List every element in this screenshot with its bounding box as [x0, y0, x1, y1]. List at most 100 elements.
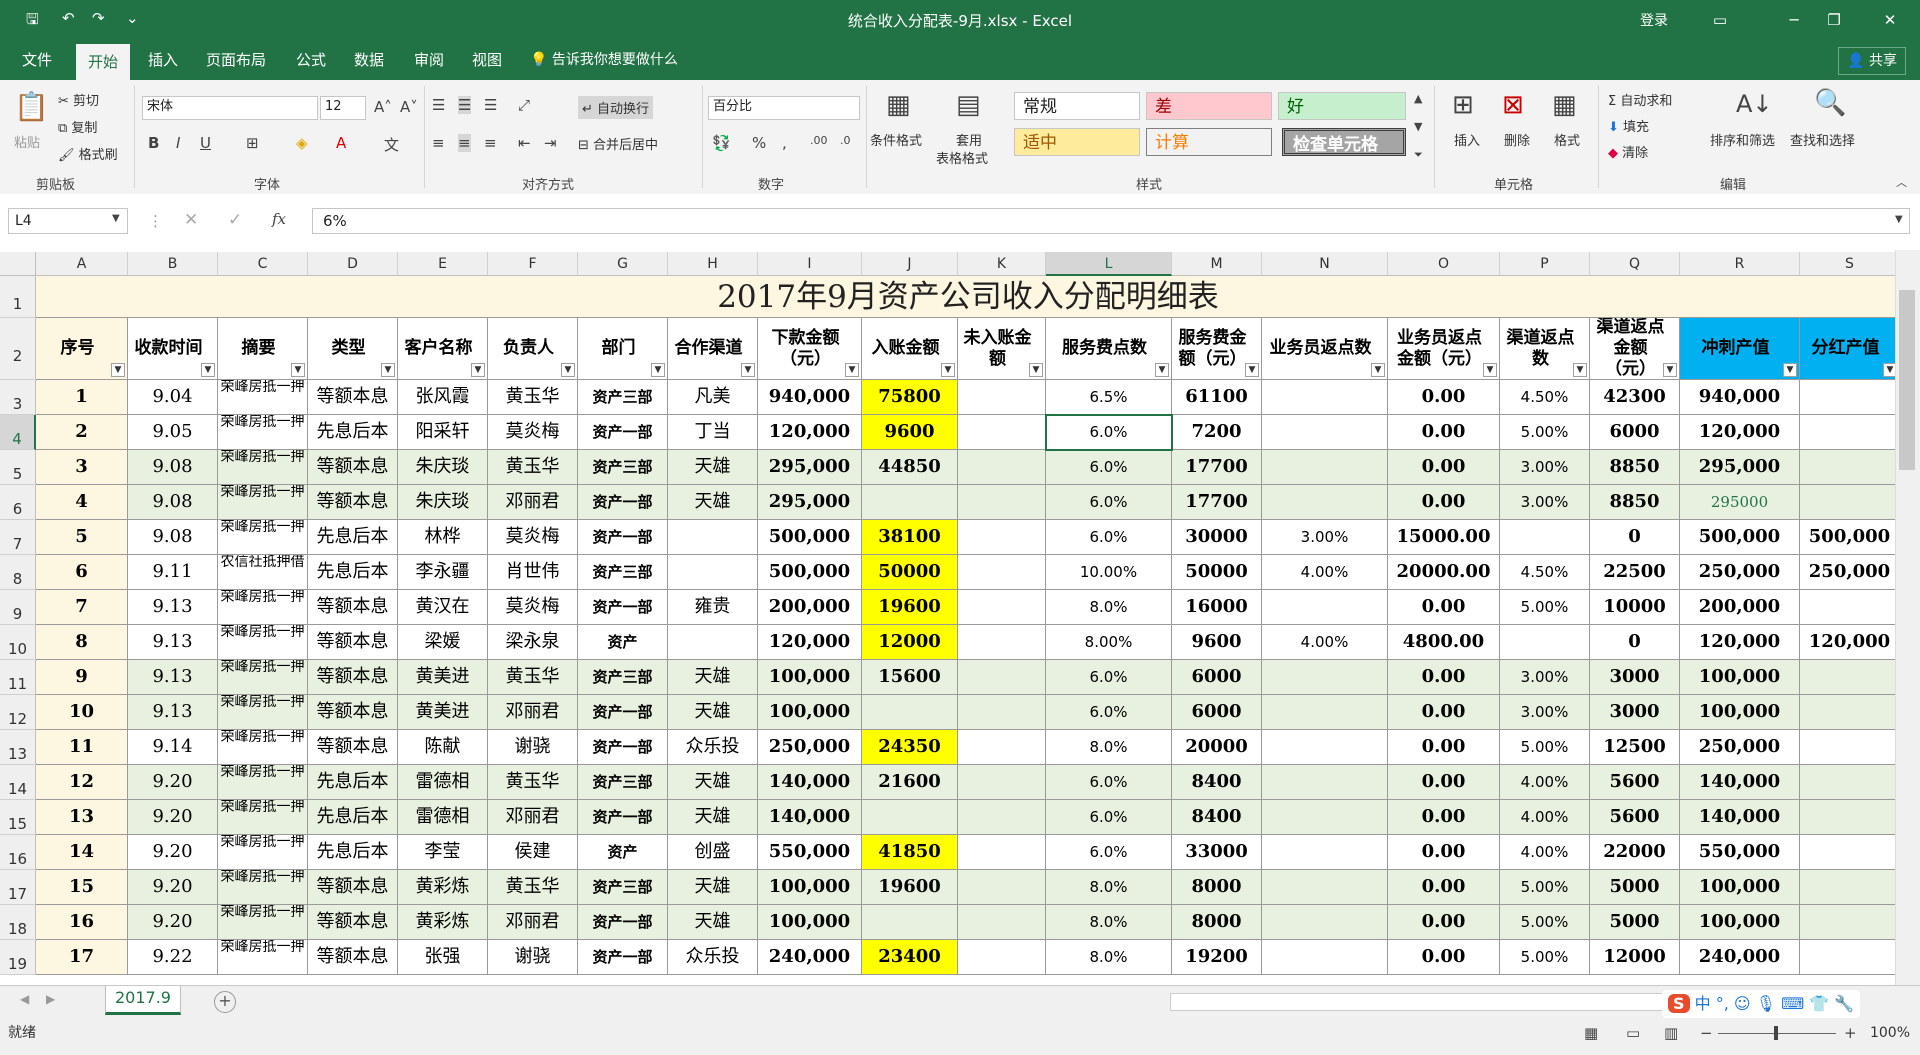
cell-m18[interactable]: 8000 [1172, 905, 1262, 940]
decrease-indent-icon[interactable]: ⇤ [518, 134, 531, 152]
zoom-slider-thumb[interactable] [1774, 1026, 1778, 1040]
login-button[interactable]: 登录 [1640, 10, 1668, 30]
cell-i14[interactable]: 140,000 [758, 765, 862, 800]
name-box-dropdown-icon[interactable]: ▼ [112, 213, 120, 224]
cell-a14[interactable]: 12 [36, 765, 128, 800]
currency-icon[interactable]: 💱 [712, 134, 731, 152]
cell-m19[interactable]: 19200 [1172, 940, 1262, 975]
cell-b12[interactable]: 9.13 [128, 695, 218, 730]
number-format-select[interactable]: 百分比 [708, 96, 860, 120]
cell-n18[interactable] [1262, 905, 1388, 940]
cell-e6[interactable]: 朱庆琰 [398, 485, 488, 520]
column-header-k[interactable]: K [958, 252, 1046, 276]
cell-f12[interactable]: 邓丽君 [488, 695, 578, 730]
cell-k19[interactable] [958, 940, 1046, 975]
cell-a19[interactable]: 17 [36, 940, 128, 975]
column-header-c[interactable]: C [218, 252, 308, 276]
align-bottom-icon[interactable]: ☰ [484, 96, 497, 114]
cell-g13[interactable]: 资产一部 [578, 730, 668, 765]
zoom-out-icon[interactable]: − [1700, 1024, 1713, 1042]
cell-d5[interactable]: 等额本息 [308, 450, 398, 485]
cell-r13[interactable]: 250,000 [1680, 730, 1800, 765]
cell-o8[interactable]: 20000.00 [1388, 555, 1500, 590]
cell-m6[interactable]: 17700 [1172, 485, 1262, 520]
filter-dropdown-icon[interactable]: ▼ [741, 363, 755, 377]
cell-a13[interactable]: 11 [36, 730, 128, 765]
cell-j12[interactable] [862, 695, 958, 730]
cell-r19[interactable]: 240,000 [1680, 940, 1800, 975]
column-header-j[interactable]: J [862, 252, 958, 276]
cell-p18[interactable]: 5.00% [1500, 905, 1590, 940]
cell-r10[interactable]: 120,000 [1680, 625, 1800, 660]
cell-o18[interactable]: 0.00 [1388, 905, 1500, 940]
cell-m12[interactable]: 6000 [1172, 695, 1262, 730]
row-header-6[interactable]: 6 [0, 485, 36, 520]
cell-l5[interactable]: 6.0% [1046, 450, 1172, 485]
enter-icon[interactable]: ✓ [228, 210, 242, 230]
delete-cells-icon[interactable]: ⊠ [1502, 90, 1524, 120]
orientation-icon[interactable]: ⤢ [518, 96, 530, 114]
cell-q18[interactable]: 5000 [1590, 905, 1680, 940]
row-header-7[interactable]: 7 [0, 520, 36, 555]
ime-keyboard-icon[interactable]: ⌨ [1781, 994, 1804, 1013]
cell-j17[interactable]: 19600 [862, 870, 958, 905]
column-title-c[interactable]: 摘要 ▼ [218, 318, 308, 380]
cell-s16[interactable] [1800, 835, 1895, 870]
cell-r6[interactable]: 295000 [1680, 485, 1800, 520]
font-name-select[interactable]: 宋体 [142, 96, 318, 120]
cell-k3[interactable] [958, 380, 1046, 415]
cell-e15[interactable]: 雷德相 [398, 800, 488, 835]
cell-b13[interactable]: 9.14 [128, 730, 218, 765]
cell-o19[interactable]: 0.00 [1388, 940, 1500, 975]
share-button[interactable]: 👤 共享 [1838, 47, 1906, 75]
column-title-b[interactable]: 收款时间 ▼ [128, 318, 218, 380]
find-select-icon[interactable]: 🔍 [1814, 88, 1846, 118]
filter-dropdown-icon[interactable]: ▼ [1371, 363, 1385, 377]
cell-h13[interactable]: 众乐投 [668, 730, 758, 765]
close-icon[interactable]: ✕ [1876, 6, 1904, 34]
row-header-19[interactable]: 19 [0, 940, 36, 975]
phonetic-icon[interactable]: 文 [384, 134, 399, 155]
cell-l15[interactable]: 6.0% [1046, 800, 1172, 835]
cell-i19[interactable]: 240,000 [758, 940, 862, 975]
add-sheet-icon[interactable]: + [214, 991, 236, 1013]
cell-h3[interactable]: 凡美 [668, 380, 758, 415]
cell-g5[interactable]: 资产三部 [578, 450, 668, 485]
cell-d18[interactable]: 等额本息 [308, 905, 398, 940]
insert-cells-icon[interactable]: ⊞ [1452, 90, 1474, 120]
column-header-p[interactable]: P [1500, 252, 1590, 276]
cell-j15[interactable] [862, 800, 958, 835]
cell-q9[interactable]: 10000 [1590, 590, 1680, 625]
cell-s7[interactable]: 500,000 [1800, 520, 1895, 555]
cell-g6[interactable]: 资产一部 [578, 485, 668, 520]
ime-chinese-mode[interactable]: 中 [1695, 994, 1711, 1013]
cell-g9[interactable]: 资产一部 [578, 590, 668, 625]
cell-h9[interactable]: 雍贵 [668, 590, 758, 625]
row-header-1[interactable]: 1 [0, 276, 36, 318]
cell-k6[interactable] [958, 485, 1046, 520]
cell-l17[interactable]: 8.0% [1046, 870, 1172, 905]
column-header-o[interactable]: O [1388, 252, 1500, 276]
cell-q14[interactable]: 5600 [1590, 765, 1680, 800]
cell-r7[interactable]: 500,000 [1680, 520, 1800, 555]
cell-g8[interactable]: 资产三部 [578, 555, 668, 590]
cell-o14[interactable]: 0.00 [1388, 765, 1500, 800]
column-title-s[interactable]: 分红产值 ▼ [1800, 318, 1895, 380]
cell-s17[interactable] [1800, 870, 1895, 905]
cell-g12[interactable]: 资产一部 [578, 695, 668, 730]
cell-f4[interactable]: 莫炎梅 [488, 415, 578, 450]
cell-c4[interactable]: 荣峰房抵一押 [218, 415, 308, 450]
expand-formula-icon[interactable]: ▼ [1895, 214, 1903, 225]
cell-p12[interactable]: 3.00% [1500, 695, 1590, 730]
column-title-q[interactable]: 渠道返点金额（元） ▼ [1590, 318, 1680, 380]
cell-d7[interactable]: 先息后本 [308, 520, 398, 555]
wrap-text-button[interactable]: ↵ 自动换行 [578, 96, 654, 119]
cell-g18[interactable]: 资产一部 [578, 905, 668, 940]
filter-dropdown-icon[interactable]: ▼ [1155, 363, 1169, 377]
tab-view[interactable]: 视图 [472, 40, 502, 80]
cell-f9[interactable]: 莫炎梅 [488, 590, 578, 625]
cell-p16[interactable]: 4.00% [1500, 835, 1590, 870]
row-header-18[interactable]: 18 [0, 905, 36, 940]
filter-dropdown-icon[interactable]: ▼ [1029, 363, 1043, 377]
cell-r3[interactable]: 940,000 [1680, 380, 1800, 415]
